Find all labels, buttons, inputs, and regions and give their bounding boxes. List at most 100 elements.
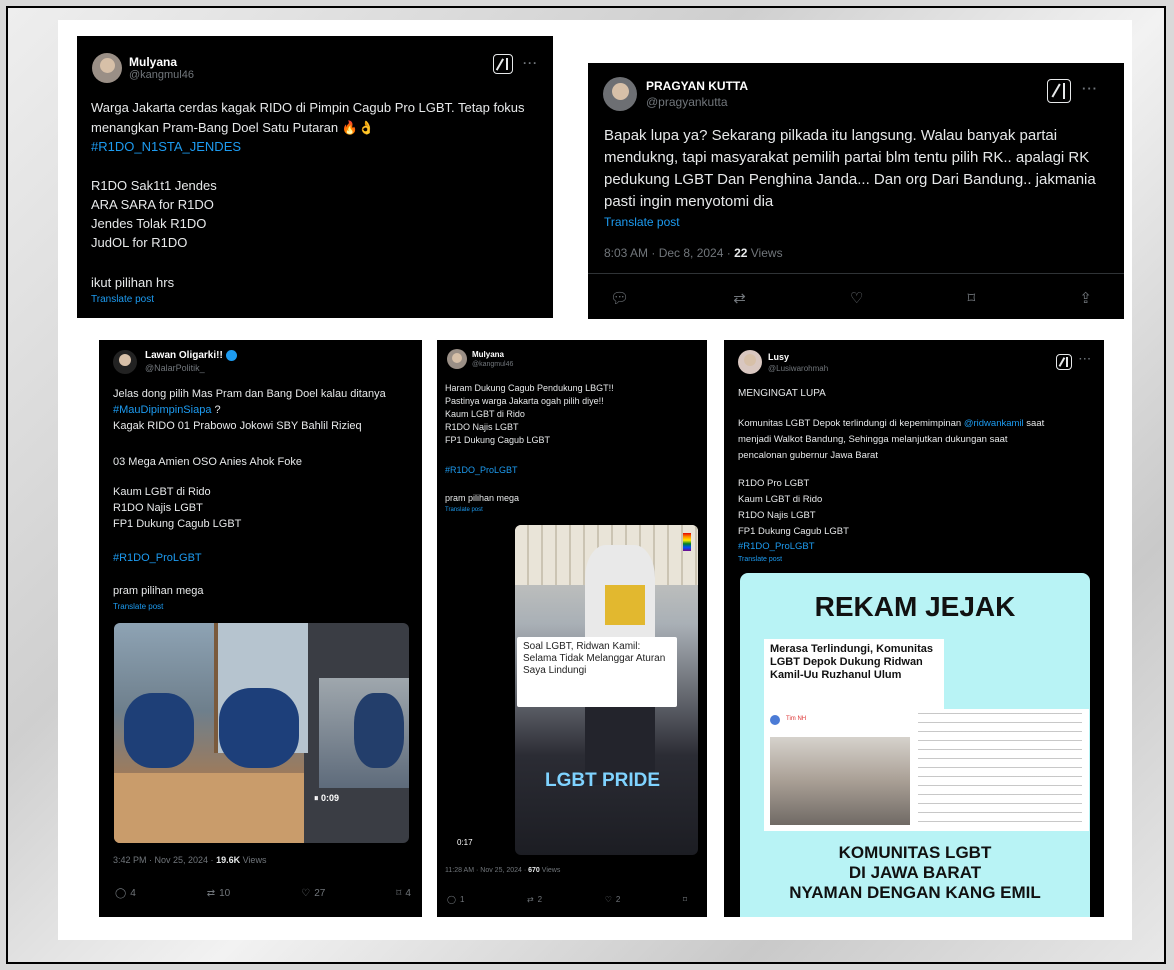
pride-overlay-text: LGBT PRIDE (545, 770, 661, 791)
author-name[interactable]: Mulyana (472, 350, 504, 359)
views-count: 22 (734, 246, 748, 260)
post-timestamp[interactable]: 11:28 AM · Nov 25, 2024 · 670 Views (445, 867, 560, 874)
bookmark-button[interactable]: ⌑ (683, 895, 687, 904)
hashtag-link[interactable]: #MauDipimpinSiapa (113, 404, 211, 416)
avatar[interactable] (603, 77, 637, 111)
bookmark-icon[interactable]: ⌑ (968, 289, 976, 307)
tweet-text-line: R1DO Pro LGBT (738, 478, 810, 489)
news-caption-box: Soal LGBT, Ridwan Kamil: Selama Tidak Me… (517, 637, 677, 707)
action-bar: ◯ 1 ⇄ 2 ♡ 2 ⌑ (447, 895, 687, 904)
text-suffix: ? (211, 404, 221, 416)
translate-post-link[interactable]: Translate post (445, 507, 483, 513)
avatar[interactable] (738, 350, 762, 374)
poster-footer-line: NYAMAN DENGAN KANG EMIL (789, 883, 1041, 902)
bookmark-icon: ⌑ (396, 888, 402, 899)
reply-icon[interactable]: 💬︎ (610, 289, 629, 307)
grok-icon[interactable] (1047, 79, 1071, 103)
hashtag-link[interactable]: #R1DO_ProLGBT (738, 541, 815, 552)
author-avatar-icon (770, 715, 780, 725)
author-name-text[interactable]: Lawan Oligarki!! (145, 350, 223, 361)
author-name[interactable]: Lusy (768, 352, 789, 362)
repost-count: 2 (537, 895, 543, 904)
tweet-text-line: Haram Dukung Cagub Pendukung LBGT!! (445, 383, 614, 393)
article-photo (770, 737, 910, 825)
views-label: Views (747, 246, 783, 260)
grok-icon[interactable] (493, 54, 513, 74)
author-handle[interactable]: @Lusiwarohmah (768, 364, 828, 373)
tweet-card-mulyana-2[interactable]: Mulyana @kangmul46 Haram Dukung Cagub Pe… (437, 340, 707, 917)
avatar[interactable] (113, 350, 137, 374)
repost-count: 10 (219, 888, 231, 899)
tweet-text-line: Kaum LGBT di Rido (113, 486, 211, 498)
video-time[interactable]: ⏸ 0:09 (314, 793, 339, 804)
tweet-text-line: pasti ingin menyotomi dia (604, 193, 774, 210)
article-author: Tim NH (786, 716, 807, 722)
share-icon[interactable]: ⇪ (1079, 289, 1092, 307)
translate-post-link[interactable]: Translate post (113, 602, 163, 611)
reply-icon: ◯ (447, 895, 456, 904)
timestamp-text[interactable]: 8:03 AM · Dec 8, 2024 · (604, 246, 734, 260)
hashtag-link[interactable]: #R1DO_ProLGBT (445, 465, 518, 475)
more-icon[interactable]: ··· (1082, 81, 1098, 96)
grok-icon[interactable] (1056, 354, 1072, 370)
like-icon[interactable]: ♡ (850, 289, 863, 307)
repost-button[interactable]: ⇄ 2 (527, 895, 542, 904)
avatar[interactable] (447, 349, 467, 369)
tweet-text-line: FP1 Dukung Cagub LGBT (113, 518, 242, 530)
hashtag-link[interactable]: #R1DO_ProLGBT (113, 552, 202, 564)
poster-image[interactable]: REKAM JEJAK Merasa Terlindungi, Komunita… (740, 573, 1090, 917)
translate-post-link[interactable]: Translate post (738, 556, 782, 563)
views-label: Views (539, 867, 561, 874)
tweet-text-line: pram pilihan mega (445, 493, 520, 503)
bookmark-button[interactable]: ⌑ 4 (396, 888, 411, 899)
tweet-card-pragyan[interactable]: PRAGYAN KUTTA @pragyankutta ··· Bapak lu… (588, 63, 1124, 319)
repost-button[interactable]: ⇄ 10 (207, 888, 231, 899)
timestamp-text[interactable]: 3:42 PM · Nov 25, 2024 · (113, 855, 216, 865)
translate-post-link[interactable]: Translate post (604, 215, 680, 229)
tweet-text-line: FP1 Dukung Cagub LGBT (738, 526, 849, 537)
tweet-text-line: FP1 Dukung Cagub LGBT (445, 435, 551, 445)
video-player[interactable]: Soal LGBT, Ridwan Kamil: Selama Tidak Me… (515, 525, 698, 855)
timestamp-text[interactable]: 11:28 AM · Nov 25, 2024 · (445, 867, 528, 874)
tweet-text-line: 03 Mega Amien OSO Anies Ahok Foke (113, 456, 302, 468)
repost-icon[interactable]: ⇄ (733, 289, 746, 307)
reply-button[interactable]: ◯ 1 (447, 895, 464, 904)
tweet-text-line: Kaum LGBT di Rido (738, 494, 823, 505)
author-handle[interactable]: @kangmul46 (129, 69, 194, 81)
reply-button[interactable]: ◯ 4 (115, 888, 136, 899)
tweet-card-lusy[interactable]: Lusy @Lusiwarohmah ··· MENGINGAT LUPA Ko… (724, 340, 1104, 917)
author-name[interactable]: PRAGYAN KUTTA (646, 79, 748, 93)
more-icon[interactable]: ··· (523, 56, 538, 70)
bookmark-icon: ⌑ (682, 895, 687, 904)
hashtag-link[interactable]: #R1DO_N1STA_JENDES (91, 139, 241, 154)
author-name[interactable]: Mulyana (129, 55, 177, 69)
translate-post-link[interactable]: Translate post (91, 294, 154, 305)
author-name[interactable]: Lawan Oligarki!! (145, 350, 237, 361)
post-timestamp[interactable]: 8:03 AM · Dec 8, 2024 · 22 Views (604, 246, 783, 260)
like-button[interactable]: ♡ 2 (605, 895, 621, 904)
tweet-text-line: Kaum LGBT di Rido (445, 409, 525, 419)
avatar[interactable] (92, 53, 122, 83)
tweet-text-line: ARA SARA for R1DO (91, 197, 214, 212)
author-handle[interactable]: @NalarPolitik_ (145, 363, 205, 373)
reply-icon: ◯ (115, 888, 127, 899)
person (124, 693, 194, 768)
action-bar: ◯ 4 ⇄ 10 ♡ 27 ⌑ 4 (115, 888, 411, 899)
tweet-text-line: R1DO Najis LGBT (445, 422, 519, 432)
tweet-card-mulyana-1[interactable]: Mulyana @kangmul46 ··· Warga Jakarta cer… (77, 36, 553, 318)
like-count: 2 (615, 895, 621, 904)
poster-footer-line: DI JAWA BARAT (848, 863, 982, 882)
mention-link[interactable]: @ridwankamil (964, 418, 1024, 429)
tweet-text-line: pencalonan gubernur Jawa Barat (738, 450, 878, 461)
author-handle[interactable]: @pragyankutta (646, 95, 728, 109)
article-body-box: Tim NH (764, 709, 1089, 831)
video-time[interactable]: 0:17 (457, 838, 473, 847)
rainbow-flag-icon (683, 533, 691, 551)
post-timestamp[interactable]: 3:42 PM · Nov 25, 2024 · 19.6K Views (113, 855, 266, 865)
like-button[interactable]: ♡ 27 (301, 888, 325, 899)
more-icon[interactable]: ··· (1079, 354, 1092, 365)
tweet-text-line: R1DO Sak1t1 Jendes (91, 178, 217, 193)
tweet-card-lawan-oligarki[interactable]: Lawan Oligarki!! @NalarPolitik_ Jelas do… (99, 340, 422, 917)
author-handle[interactable]: @kangmul46 (472, 361, 513, 368)
video-player[interactable]: ⏸ 0:09 (114, 623, 409, 843)
